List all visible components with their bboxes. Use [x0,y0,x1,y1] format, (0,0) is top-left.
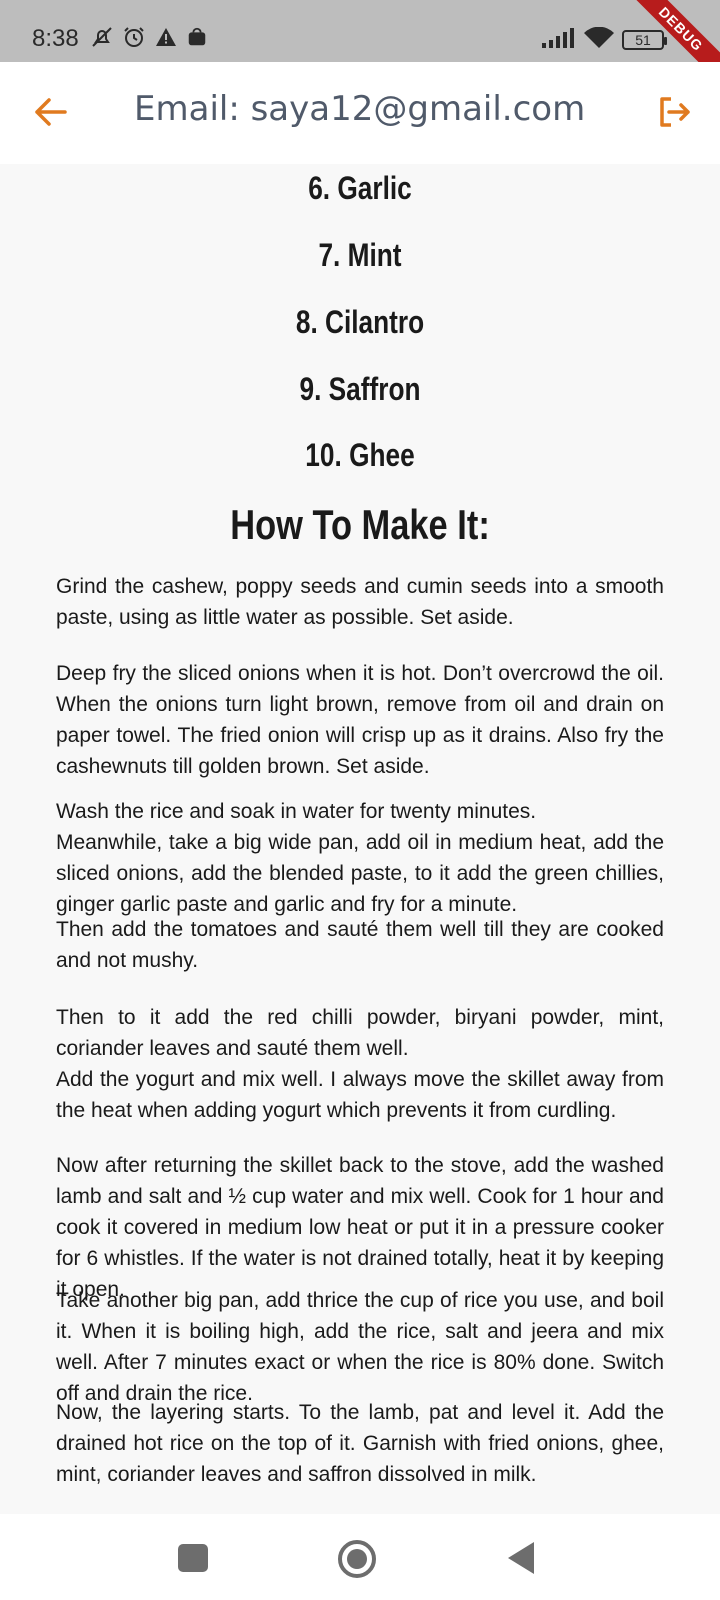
ingredient-item: 9. Saffron [299,371,421,407]
alarm-icon [122,25,146,53]
page-title: Email: saya12@gmail.com [134,89,586,129]
ingredient-item: 10. Ghee [305,437,415,473]
recents-square-icon[interactable] [178,1544,208,1572]
warning-icon [154,25,178,53]
ingredient-item: 6. Garlic [308,170,412,206]
method-paragraph: Then add the tomatoes and sauté them wel… [56,918,664,972]
status-bar: 8:38 51 DEBUG [0,0,720,90]
ingredient-item: 8. Cilantro [295,304,425,340]
home-circle-icon[interactable] [338,1540,376,1578]
recipe-content[interactable]: 6. Garlic 7. Mint 8. Cilantro 9. Saffron… [0,164,720,1514]
status-left-icons [90,25,208,53]
back-triangle-icon[interactable] [508,1542,534,1574]
back-button[interactable] [28,92,72,136]
method-paragraph: Meanwhile, take a big wide pan, add oil … [56,831,664,916]
app-bar: Email: saya12@gmail.com [0,62,720,164]
ingredient-item: 7. Mint [318,237,402,273]
notifications-off-icon [90,25,114,53]
arrow-left-icon [33,97,67,131]
method-paragraph: Now after returning the skillet back to … [56,1154,664,1301]
battery-icon: 51 [622,30,667,50]
system-nav-bar [0,1514,720,1600]
method-paragraph: Take another big pan, add thrice the cup… [56,1289,664,1405]
signal-icon [542,28,576,52]
method-heading: How To Make It: [230,501,490,548]
battery-level: 51 [635,32,651,48]
method-paragraph: Deep fry the sliced onions when it is ho… [56,662,664,778]
logout-button[interactable] [652,92,696,136]
method-paragraph: Now, the layering starts. To the lamb, p… [56,1401,664,1486]
status-time: 8:38 [32,25,79,52]
method-paragraph: Then to it add the red chilli powder, bi… [56,1006,664,1060]
method-paragraph: Wash the rice and soak in water for twen… [56,800,537,823]
method-paragraph: Grind the cashew, poppy seeds and cumin … [56,575,664,629]
status-right-icons: 51 [542,26,667,53]
bag-icon [186,26,208,52]
logout-icon [657,95,691,133]
wifi-icon [584,26,614,53]
method-paragraph: Add the yogurt and mix well. I always mo… [56,1068,664,1122]
